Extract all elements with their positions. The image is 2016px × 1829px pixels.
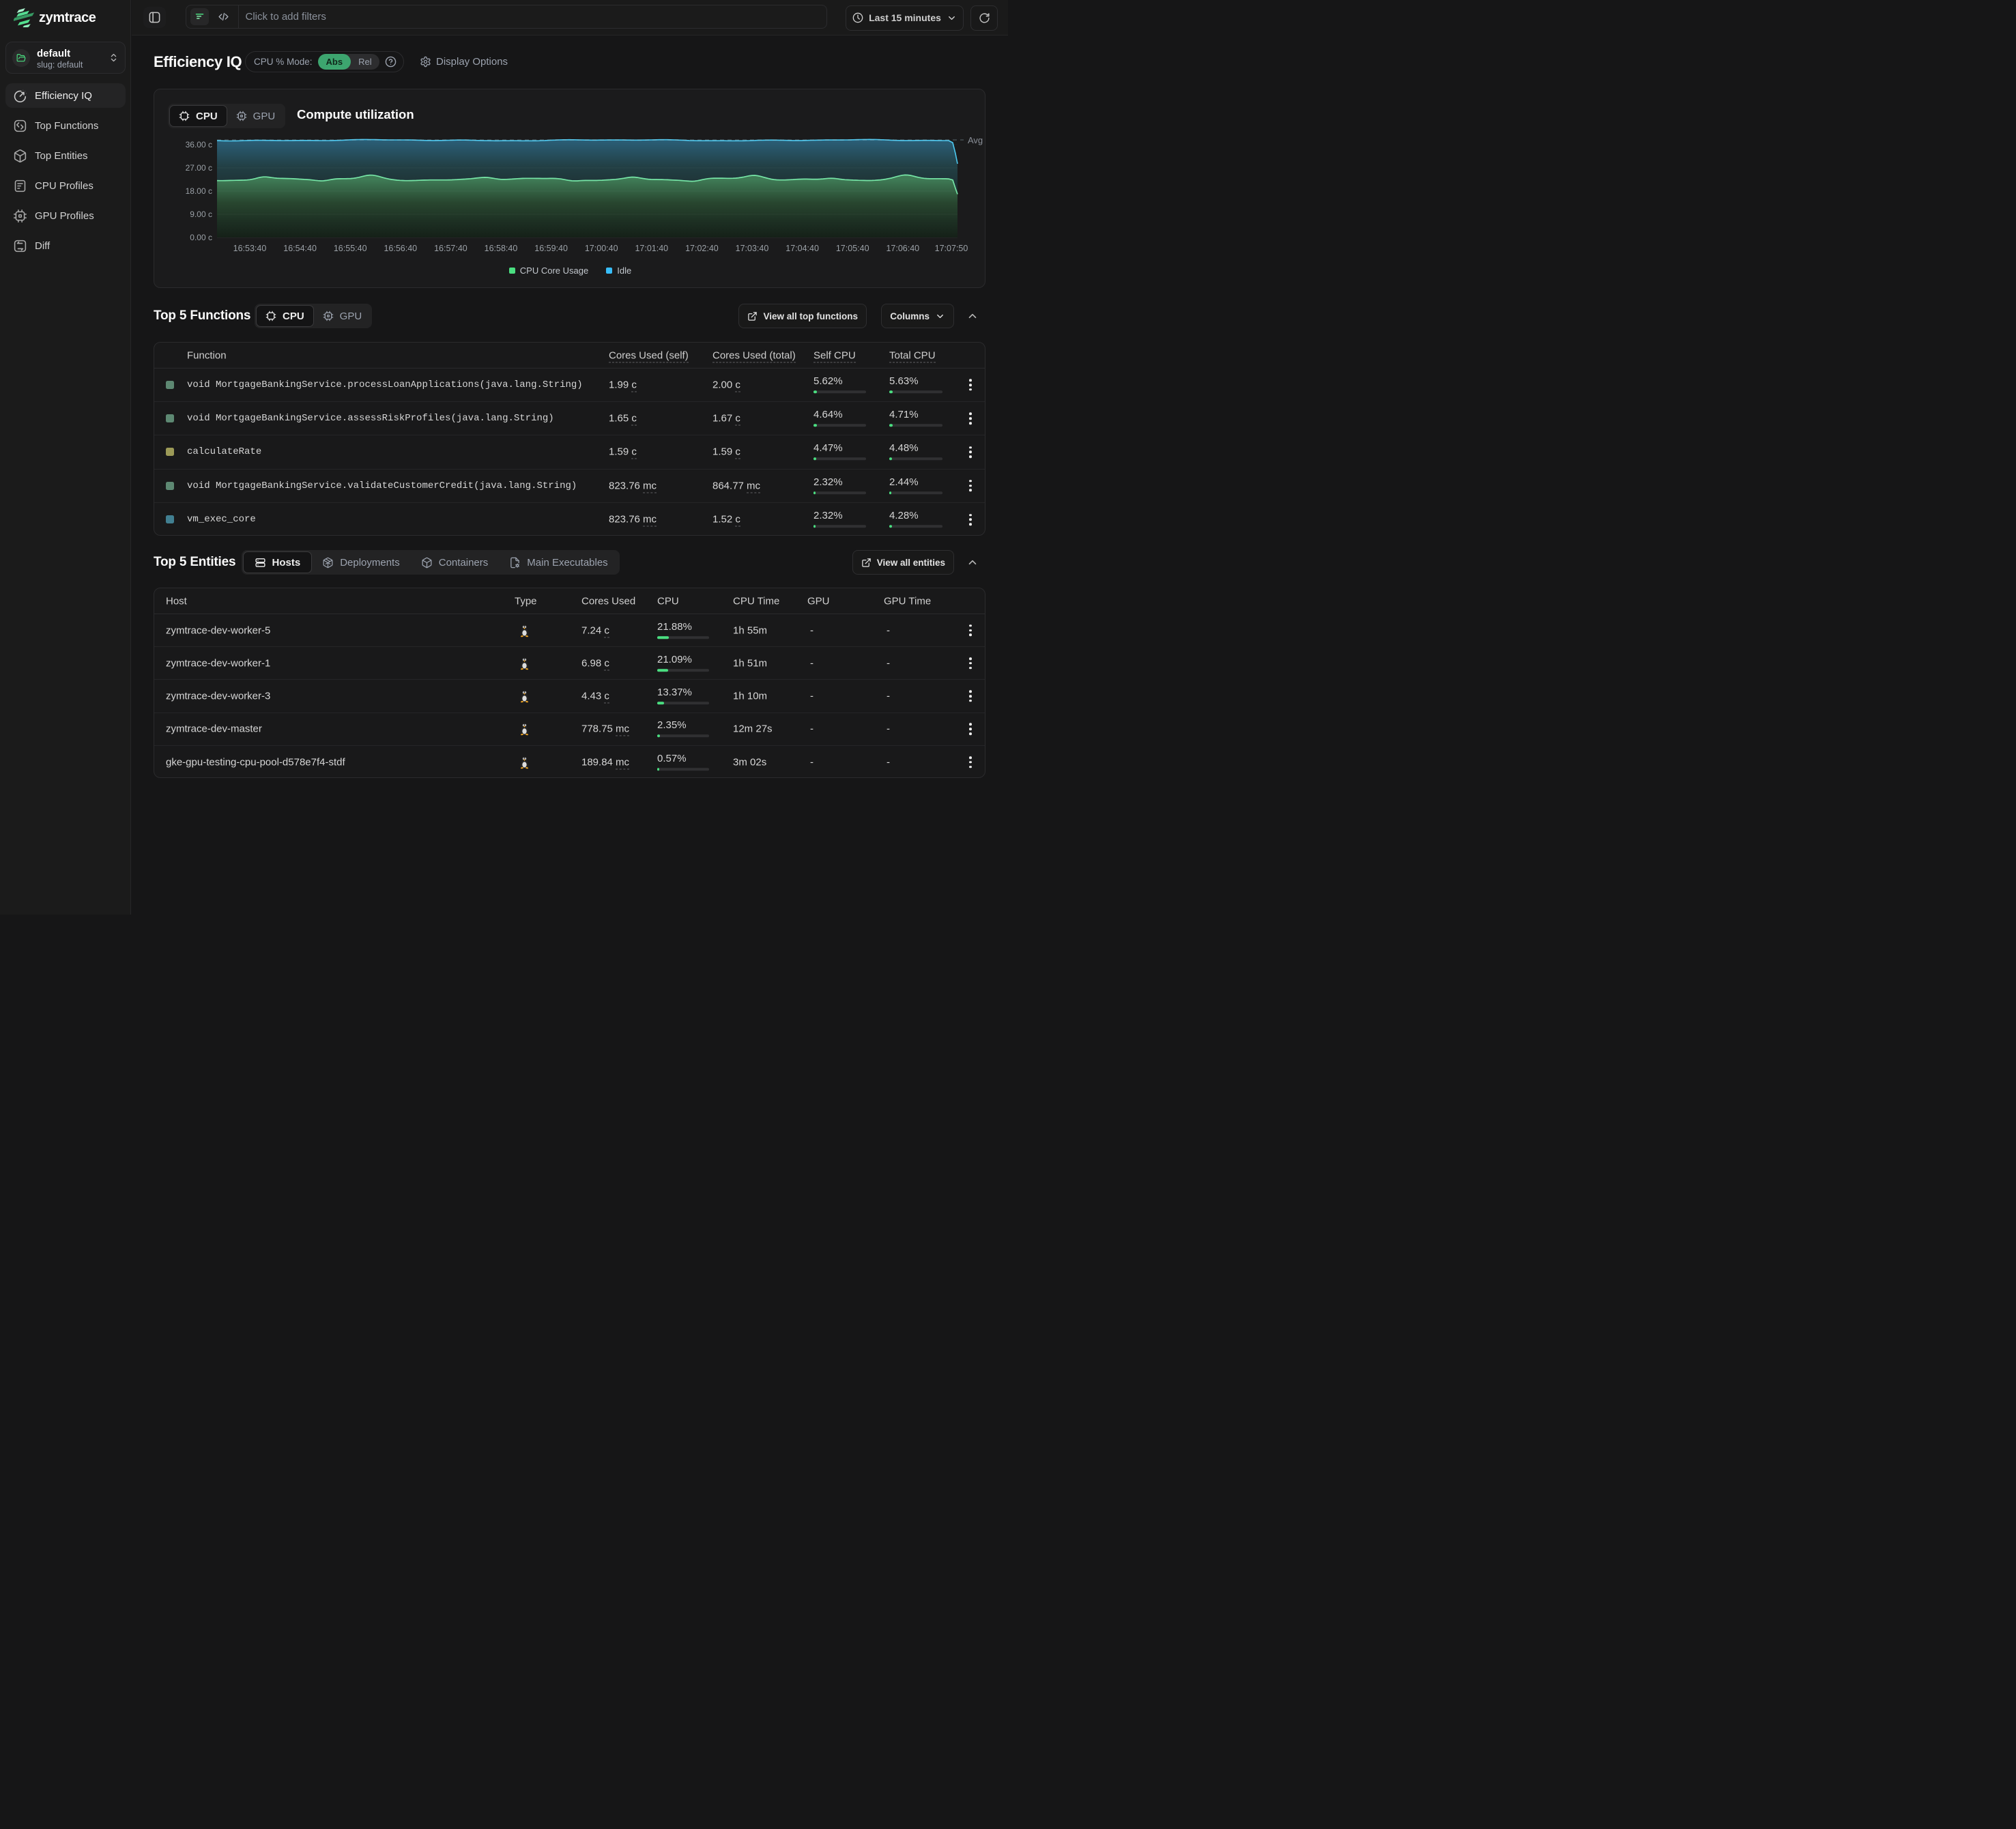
svg-text:16:56:40: 16:56:40 (384, 244, 417, 253)
svg-text:17:04:40: 17:04:40 (786, 244, 819, 253)
svg-text:17:06:40: 17:06:40 (886, 244, 919, 253)
svg-text:17:02:40: 17:02:40 (685, 244, 719, 253)
svg-text:Avg: Avg (968, 135, 983, 145)
svg-text:17:05:40: 17:05:40 (836, 244, 869, 253)
svg-text:17:00:40: 17:00:40 (585, 244, 618, 253)
svg-text:17:07:50: 17:07:50 (935, 244, 968, 253)
svg-text:18.00 c: 18.00 c (186, 186, 212, 196)
svg-text:16:57:40: 16:57:40 (434, 244, 467, 253)
svg-text:36.00 c: 36.00 c (186, 140, 212, 149)
svg-text:16:53:40: 16:53:40 (233, 244, 267, 253)
svg-text:27.00 c: 27.00 c (186, 163, 212, 173)
svg-text:16:59:40: 16:59:40 (534, 244, 568, 253)
svg-text:0.00 c: 0.00 c (190, 233, 212, 242)
svg-text:9.00 c: 9.00 c (190, 210, 212, 219)
svg-text:16:54:40: 16:54:40 (283, 244, 317, 253)
svg-text:16:58:40: 16:58:40 (485, 244, 518, 253)
svg-text:16:55:40: 16:55:40 (334, 244, 367, 253)
svg-text:17:03:40: 17:03:40 (736, 244, 769, 253)
svg-text:17:01:40: 17:01:40 (635, 244, 668, 253)
